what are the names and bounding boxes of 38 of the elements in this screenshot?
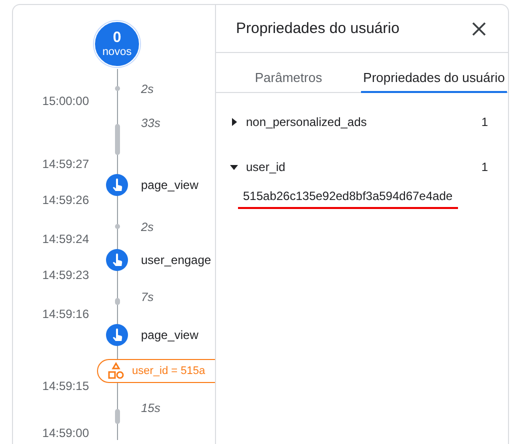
- timestamp: 14:59:24: [42, 232, 89, 246]
- caret-down-icon[interactable]: [230, 162, 238, 170]
- timestamp: 14:59:23: [42, 268, 89, 282]
- property-name: non_personalized_ads: [246, 114, 368, 128]
- tab[interactable]: Propriedades do usuário: [361, 53, 507, 93]
- caret-right-icon[interactable]: [230, 118, 238, 126]
- timestamp: 14:59:15: [42, 379, 89, 393]
- property-count: 1: [481, 160, 488, 174]
- timestamp: 14:59:16: [42, 307, 89, 321]
- duration-label: 15s: [141, 401, 160, 415]
- duration-label: 2s: [141, 82, 154, 96]
- timestamp: 14:59:27: [42, 157, 89, 171]
- tap-icon: [106, 324, 128, 346]
- timestamp: 14:59:00: [42, 426, 89, 440]
- duration-label: 7s: [141, 290, 154, 304]
- property-name: user_id: [246, 160, 286, 174]
- gap-bar: [114, 124, 120, 155]
- event-name[interactable]: page_view: [141, 328, 198, 342]
- tap-icon: [106, 174, 128, 196]
- shapes-icon: [108, 362, 124, 380]
- event-name[interactable]: user_engage: [141, 253, 212, 267]
- gap-bar: [114, 409, 120, 424]
- timestamp: 14:59:26: [42, 193, 89, 207]
- gap-dot: [114, 86, 120, 91]
- new-events-badge[interactable]: 0 novos: [94, 21, 140, 67]
- tab[interactable]: Parâmetros: [216, 53, 361, 93]
- duration-label: 33s: [141, 116, 160, 130]
- event-name[interactable]: page_view: [141, 178, 198, 192]
- gap-dot: [114, 224, 120, 229]
- duration-label: 2s: [141, 220, 154, 234]
- gap-bar: [114, 298, 120, 305]
- close-icon: [470, 20, 488, 38]
- property-value: 515ab26c135e92ed8bf3a594d67e4ade: [238, 189, 458, 209]
- property-count: 1: [481, 114, 488, 128]
- close-button[interactable]: [470, 20, 488, 38]
- tap-icon: [106, 249, 128, 271]
- timestamp: 15:00:00: [42, 94, 89, 108]
- panel-title: Propriedades do usuário: [236, 20, 400, 37]
